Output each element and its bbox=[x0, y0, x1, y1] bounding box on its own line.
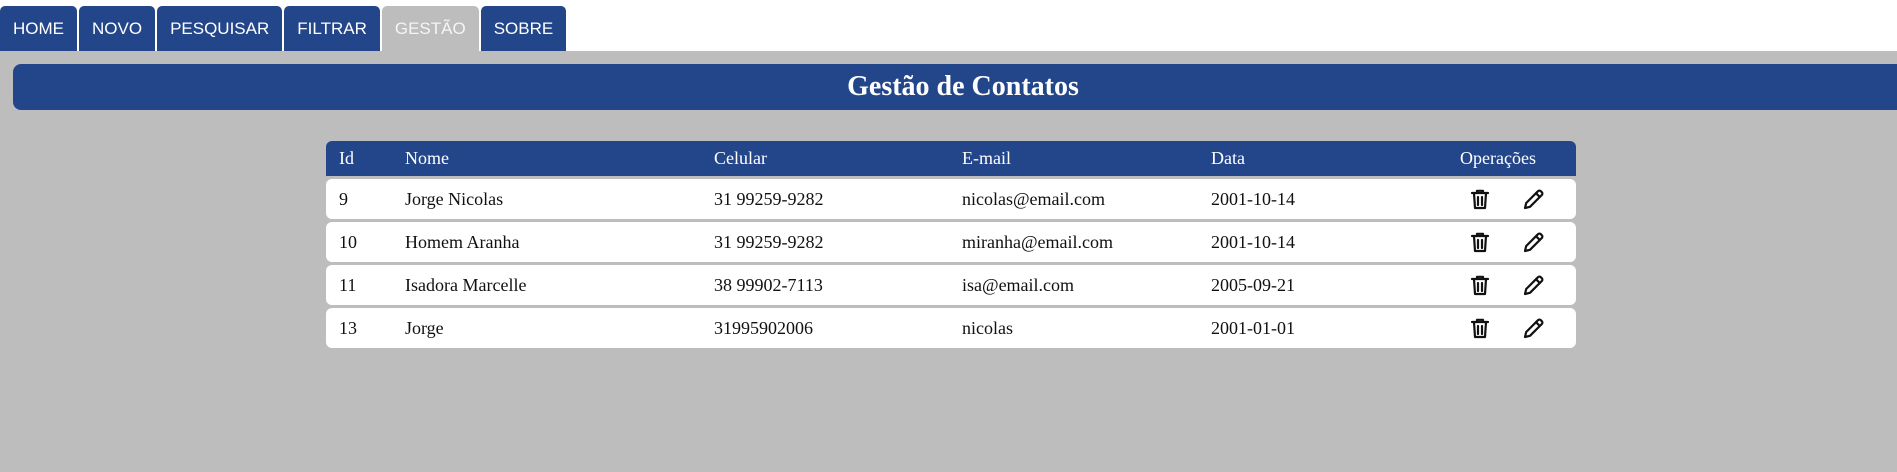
cell-id: 11 bbox=[339, 275, 357, 295]
tab-home[interactable]: HOME bbox=[0, 6, 77, 51]
column-header-id: Id bbox=[339, 148, 354, 168]
cell-nome: Isadora Marcelle bbox=[405, 275, 527, 295]
page-header: Gestão de Contatos bbox=[13, 64, 1897, 110]
cell-celular: 31 99259-9282 bbox=[714, 189, 824, 209]
nav-tabs: HOME NOVO PESQUISAR FILTRAR GESTÃO SOBRE bbox=[0, 6, 568, 51]
column-header-data: Data bbox=[1211, 148, 1245, 168]
pencil-icon[interactable] bbox=[1522, 316, 1546, 340]
trash-icon[interactable] bbox=[1468, 316, 1492, 340]
cell-celular: 31 99259-9282 bbox=[714, 232, 824, 252]
table-row: 9 Jorge Nicolas 31 99259-9282 nicolas@em… bbox=[326, 179, 1576, 219]
trash-icon[interactable] bbox=[1468, 273, 1492, 297]
tab-filtrar[interactable]: FILTRAR bbox=[284, 6, 380, 51]
tab-pesquisar[interactable]: PESQUISAR bbox=[157, 6, 283, 51]
table-row: 11 Isadora Marcelle 38 99902-7113 isa@em… bbox=[326, 265, 1576, 305]
cell-data: 2001-10-14 bbox=[1211, 232, 1295, 252]
tab-novo[interactable]: NOVO bbox=[79, 6, 156, 51]
cell-celular: 38 99902-7113 bbox=[714, 275, 823, 295]
pencil-icon[interactable] bbox=[1522, 230, 1546, 254]
pencil-icon[interactable] bbox=[1522, 187, 1546, 211]
column-header-operacoes: Operações bbox=[1460, 148, 1536, 168]
table-header-row: Id Nome Celular E-mail Data Operações bbox=[326, 141, 1576, 176]
table-row: 13 Jorge 31995902006 nicolas 2001-01-01 bbox=[326, 308, 1576, 348]
tab-gestao[interactable]: GESTÃO bbox=[381, 6, 479, 51]
trash-icon[interactable] bbox=[1468, 187, 1492, 211]
cell-data: 2005-09-21 bbox=[1211, 275, 1295, 295]
cell-nome: Homem Aranha bbox=[405, 232, 520, 252]
cell-id: 13 bbox=[339, 318, 357, 338]
cell-id: 9 bbox=[339, 189, 348, 209]
cell-nome: Jorge Nicolas bbox=[405, 189, 504, 209]
contacts-table: Id Nome Celular E-mail Data Operações 9 … bbox=[326, 141, 1576, 348]
tab-sobre[interactable]: SOBRE bbox=[480, 6, 567, 51]
cell-email: miranha@email.com bbox=[962, 232, 1114, 252]
cell-celular: 31995902006 bbox=[714, 318, 813, 338]
cell-email: nicolas bbox=[962, 318, 1013, 338]
pencil-icon[interactable] bbox=[1522, 273, 1546, 297]
page-title: Gestão de Contatos bbox=[847, 71, 1079, 102]
cell-nome: Jorge bbox=[405, 318, 444, 338]
trash-icon[interactable] bbox=[1468, 230, 1492, 254]
cell-id: 10 bbox=[339, 232, 357, 252]
column-header-celular: Celular bbox=[714, 148, 767, 168]
cell-data: 2001-01-01 bbox=[1211, 318, 1295, 338]
table-row: 10 Homem Aranha 31 99259-9282 miranha@em… bbox=[326, 222, 1576, 262]
cell-email: nicolas@email.com bbox=[962, 189, 1106, 209]
cell-data: 2001-10-14 bbox=[1211, 189, 1295, 209]
column-header-nome: Nome bbox=[405, 148, 449, 168]
cell-email: isa@email.com bbox=[962, 275, 1075, 295]
top-navigation-bar: HOME NOVO PESQUISAR FILTRAR GESTÃO SOBRE bbox=[0, 0, 1897, 51]
column-header-email: E-mail bbox=[962, 148, 1011, 168]
